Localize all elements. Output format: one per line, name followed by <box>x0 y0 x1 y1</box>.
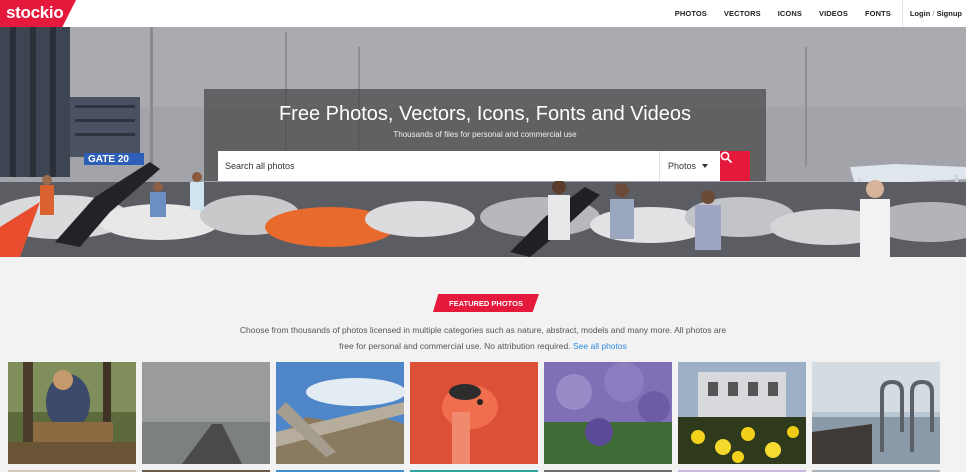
stockio-logo[interactable]: stockio <box>0 0 76 27</box>
gate-sign-text: GATE 20 <box>88 154 129 165</box>
photo-thumbnail[interactable] <box>678 362 806 464</box>
photo-thumbnail[interactable] <box>410 362 538 464</box>
photo-thumbnail[interactable] <box>812 362 940 464</box>
photo-thumbnail[interactable] <box>8 362 136 464</box>
nav-fonts-link[interactable]: FONTS <box>865 9 891 18</box>
search-input[interactable] <box>218 151 659 181</box>
login-separator: / <box>932 9 935 18</box>
description-line-1: Choose from thousands of photos licensed… <box>239 325 727 335</box>
hero-subtitle: Thousands of files for personal and comm… <box>393 130 577 139</box>
hero-title: Free Photos, Vectors, Icons, Fonts and V… <box>278 103 692 125</box>
nav-photos-link[interactable]: PHOTOS <box>675 9 707 18</box>
hero-banner: GATE 20 Free Photos, Vectors, Icons, Fon… <box>0 27 966 257</box>
top-navbar: stockio PHOTOS VECTORS ICONS VIDEOS FONT… <box>0 0 966 27</box>
photo-thumbnail[interactable] <box>544 362 672 464</box>
search-category-select[interactable]: Photos <box>659 151 720 181</box>
photo-thumbnail[interactable] <box>276 362 404 464</box>
chevron-down-icon <box>702 164 709 168</box>
nav-links: PHOTOS VECTORS ICONS VIDEOS FONTS Login … <box>675 0 966 27</box>
nav-divider <box>901 0 903 27</box>
featured-description: Choose from thousands of photos licensed… <box>150 322 816 354</box>
featured-badge-label: FEATURED PHOTOS <box>449 298 523 308</box>
signup-link[interactable]: Signup <box>937 9 962 18</box>
description-line-2: free for personal and commercial use. No… <box>339 341 571 351</box>
search-button[interactable] <box>720 151 750 181</box>
see-all-photos-link[interactable]: See all photos <box>573 341 627 351</box>
photo-thumbnail[interactable] <box>142 362 270 464</box>
nav-videos-link[interactable]: VIDEOS <box>819 9 848 18</box>
featured-photos-badge: FEATURED PHOTOS <box>433 294 539 312</box>
login-link[interactable]: Login <box>910 9 930 18</box>
login-signup: Login / Signup <box>910 9 962 18</box>
nav-vectors-link[interactable]: VECTORS <box>724 9 761 18</box>
search-icon <box>720 151 732 163</box>
search-category-label: Photos <box>668 161 697 171</box>
nav-icons-link[interactable]: ICONS <box>778 9 802 18</box>
